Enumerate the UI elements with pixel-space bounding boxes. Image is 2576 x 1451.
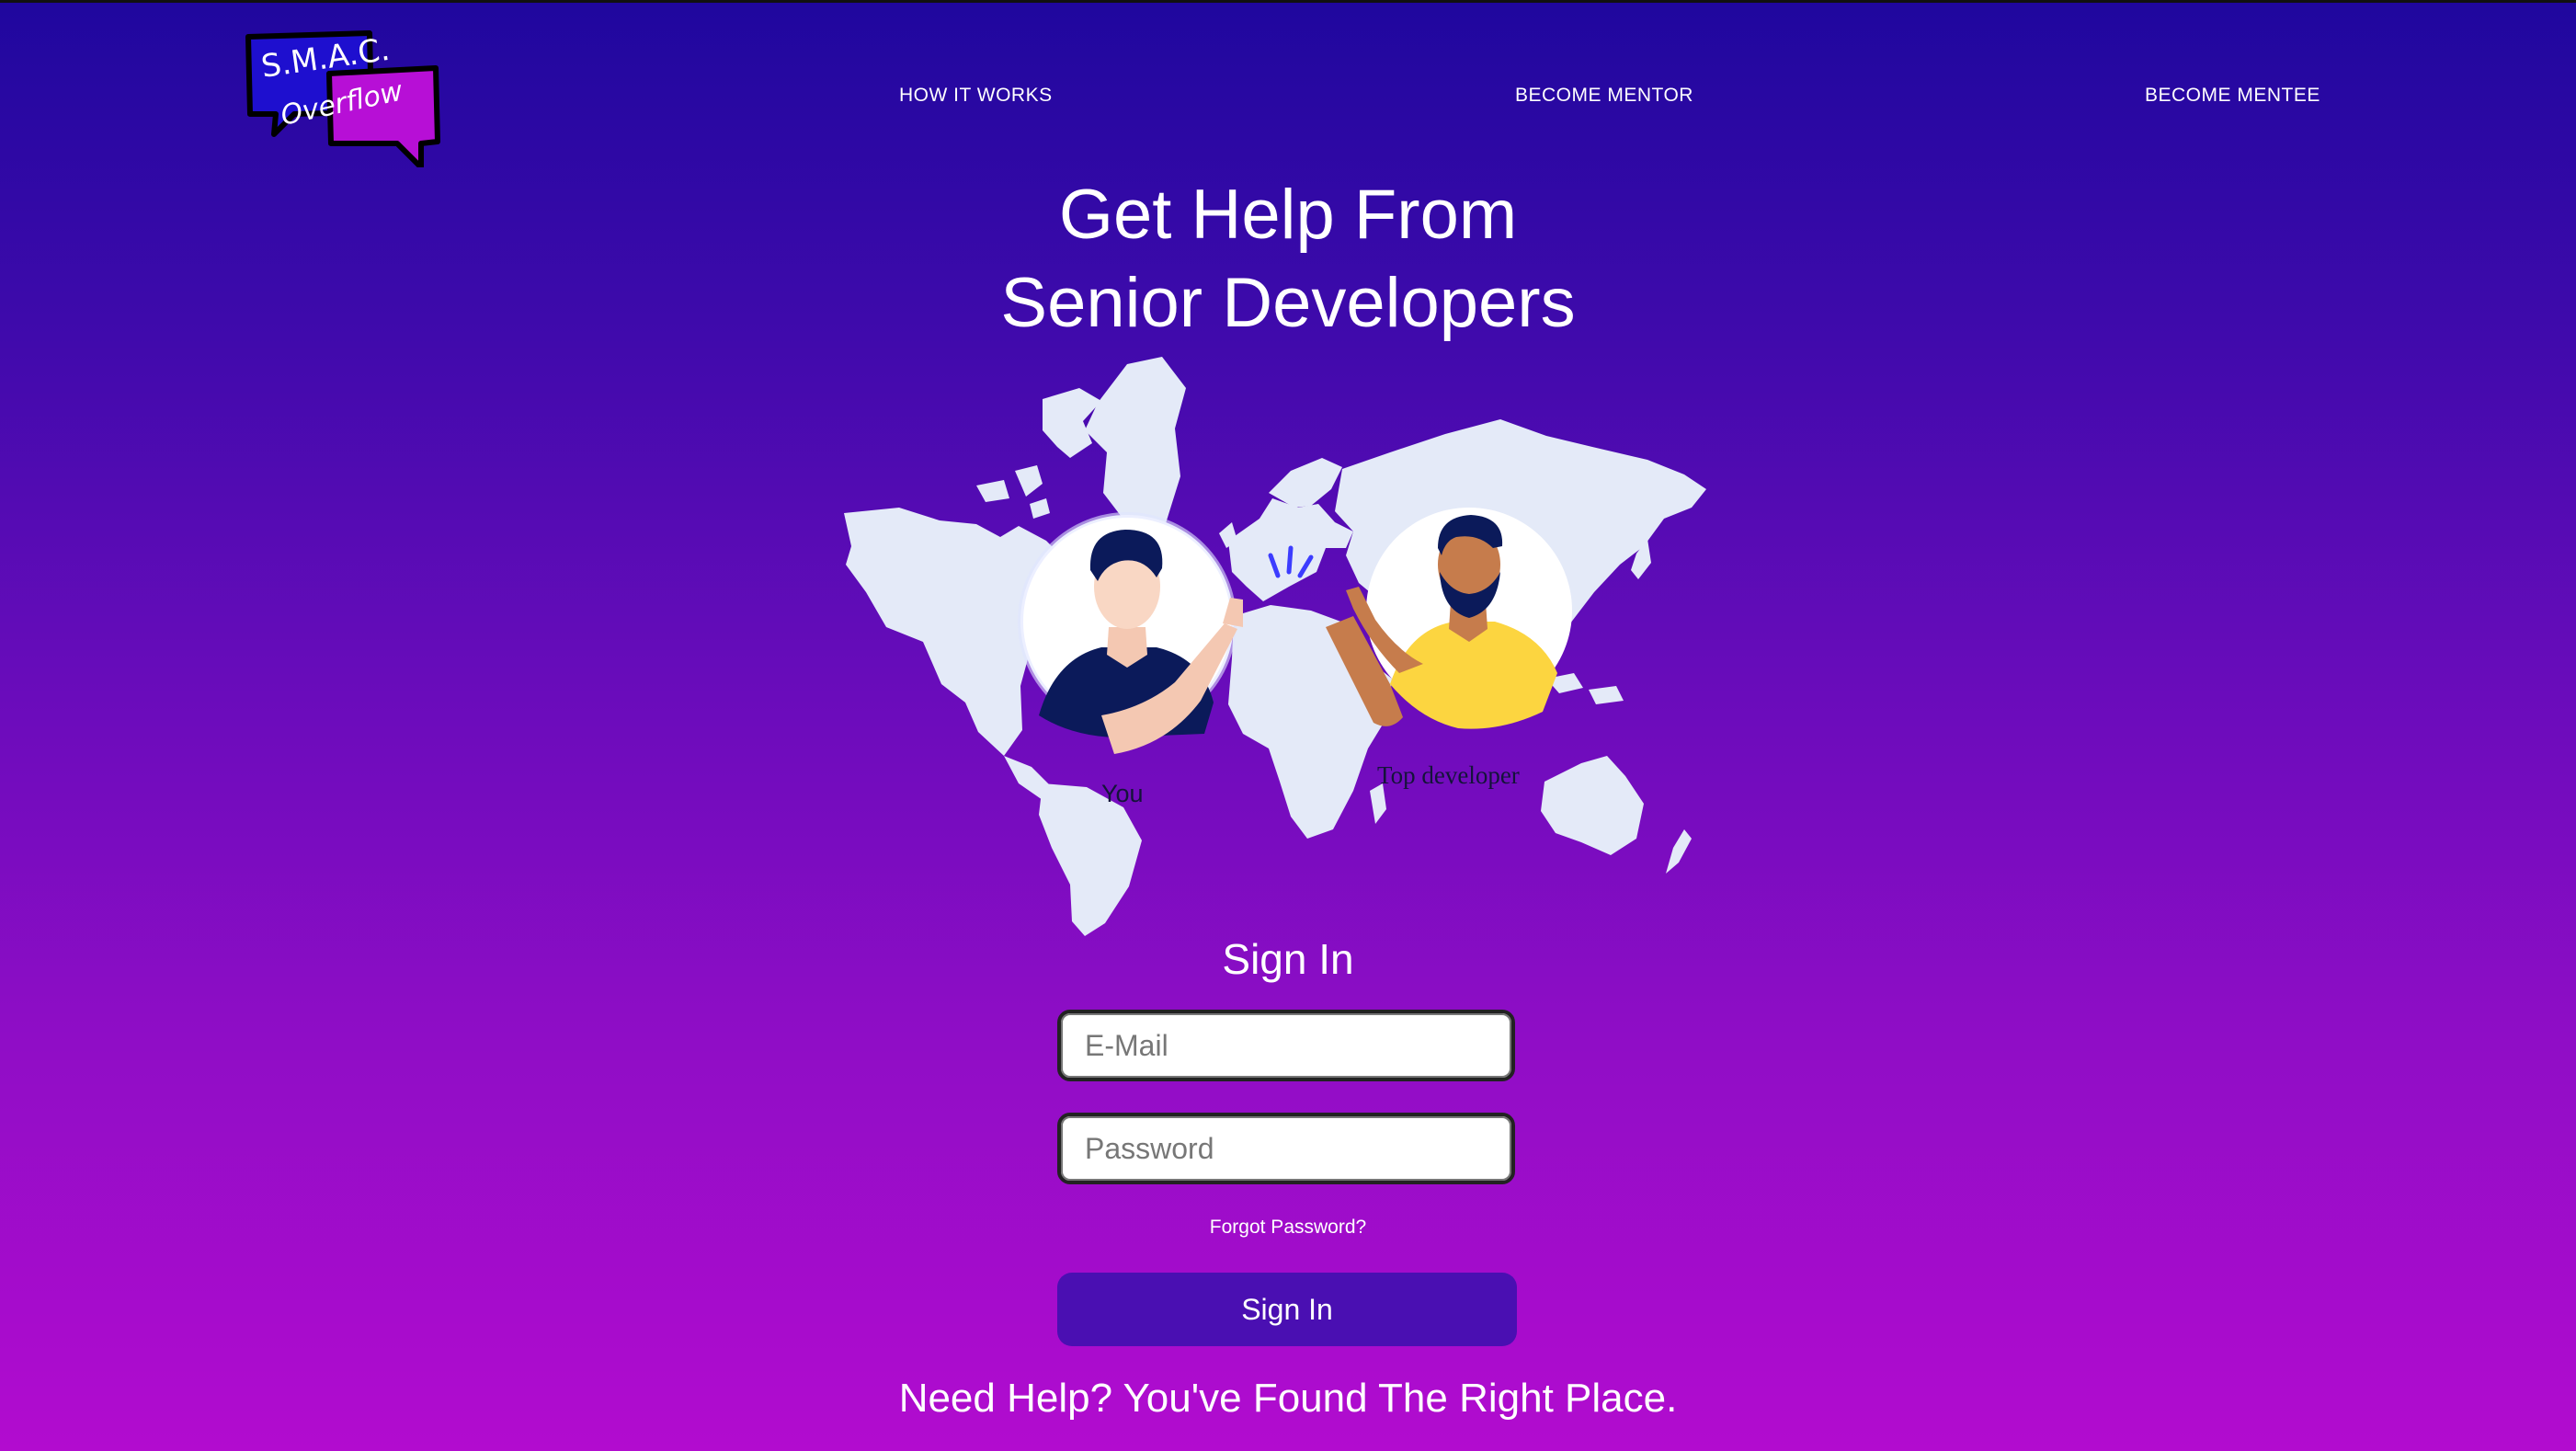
password-field[interactable] xyxy=(1057,1113,1515,1184)
tagline: Need Help? You've Found The Right Place. xyxy=(898,1376,1678,1421)
nav-become-mentee[interactable]: BECOME MENTEE xyxy=(2145,85,2320,107)
signin-heading: Sign In xyxy=(1222,935,1354,983)
signin-button[interactable]: Sign In xyxy=(1057,1273,1517,1346)
caption-you: You xyxy=(1101,780,1144,807)
nav-become-mentor[interactable]: BECOME MENTOR xyxy=(1515,85,1693,107)
world-map-icon xyxy=(844,357,1706,936)
forgot-password-link[interactable]: Forgot Password? xyxy=(0,1217,2576,1239)
hero-title-line-1: Get Help From xyxy=(1058,176,1518,254)
hero-title: Get Help From Senior Developers xyxy=(0,171,2576,348)
nav-how-it-works[interactable]: HOW IT WORKS xyxy=(899,85,1053,107)
smac-overflow-logo[interactable]: S.M.A.C. Overflow xyxy=(241,24,445,167)
hero-title-line-2: Senior Developers xyxy=(1000,264,1576,342)
speech-bubbles-logo-icon: S.M.A.C. Overflow xyxy=(245,30,440,167)
caption-top-developer: Top developer xyxy=(1377,761,1520,789)
window-top-border xyxy=(0,0,2576,3)
email-field[interactable] xyxy=(1057,1010,1515,1081)
world-map-illustration xyxy=(838,351,1730,940)
avatar-you-icon xyxy=(1018,512,1243,754)
